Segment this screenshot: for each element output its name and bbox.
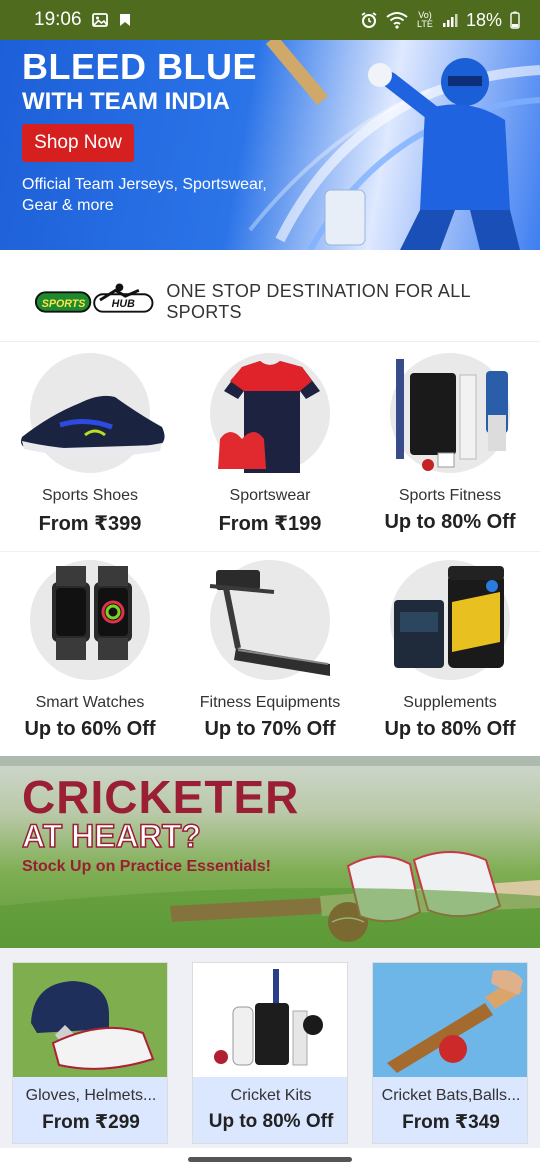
card-label: Cricket Bats,Balls... [381,1087,521,1104]
category-row: Smart Watches Up to 60% Off Fitness Equi… [0,552,540,759]
category-sports-fitness[interactable]: Sports Fitness Up to 80% Off [360,345,540,551]
smartwatch-image [52,566,132,660]
sports-hub-strip[interactable]: SPORTS HUB ONE STOP DESTINATION FOR ALL … [0,262,540,342]
hero-banner[interactable]: BLEED BLUE WITH TEAM INDIA Shop Now Offi… [0,40,540,250]
cricket-banner-tagline: Stock Up on Practice Essentials! [22,858,271,875]
card-footer: Cricket Kits Up to 80% Off [193,1077,347,1143]
category-offer: Up to 80% Off [384,718,516,740]
hero-description: Official Team Jerseys, Sportswear, Gear … [22,176,267,214]
category-name: Sportswear [229,487,311,504]
card-offer: Up to 80% Off [208,1111,334,1132]
gallery-icon [91,13,108,27]
hub-tagline: ONE STOP DESTINATION FOR ALL SPORTS [166,280,471,322]
cricket-banner[interactable]: CRICKETER AT HEART? Stock Up on Practice… [0,756,540,948]
category-name: Sports Fitness [398,487,502,504]
category-offer: Up to 80% Off [384,511,516,533]
hero-title: BLEED BLUE [22,46,258,87]
category-supplements[interactable]: Supplements Up to 80% Off [360,552,540,758]
alarm-icon [361,12,377,28]
hero-subtitle: WITH TEAM INDIA [22,88,230,115]
bat-ball-image [373,963,527,1077]
svg-text:HUB: HUB [112,297,135,309]
status-bar: 19:06 Vo) LTE 18% [0,0,540,40]
sports-hub-logo: SPORTS HUB [34,283,154,313]
cricket-gear-image [396,359,508,471]
category-offer: From ₹399 [38,513,142,535]
category-sportswear[interactable]: Sportswear From ₹199 [180,345,360,551]
category-offer: From ₹199 [218,513,322,535]
card-gloves-helmets[interactable]: Gloves, Helmets... From ₹299 [12,962,168,1144]
category-name: Supplements [403,694,497,711]
category-smart-watches[interactable]: Smart Watches Up to 60% Off [0,552,180,758]
cricket-banner-title: CRICKETER [22,771,300,823]
signal-icon [442,14,458,27]
battery-percent: 18% [465,9,502,30]
helmet-gloves-image [13,963,167,1077]
category-row: Sports Shoes From ₹399 Sportswear From ₹… [0,345,540,552]
wifi-icon [386,12,408,29]
cricketer-illustration [248,40,540,250]
treadmill-image [209,570,330,676]
card-bats-balls[interactable]: Cricket Bats,Balls... From ₹349 [372,962,528,1144]
category-offer: Up to 70% Off [204,718,336,740]
notification-icon [119,14,130,26]
card-label: Gloves, Helmets... [25,1087,157,1104]
category-name: Sports Shoes [41,487,139,504]
card-footer: Cricket Bats,Balls... From ₹349 [373,1077,527,1143]
category-offer: Up to 60% Off [24,718,156,740]
tshirt-image [218,361,320,473]
shop-now-button[interactable]: Shop Now [22,124,134,162]
supplement-tub-image [394,566,504,668]
category-name: Smart Watches [35,694,145,711]
gesture-handle[interactable] [188,1157,352,1162]
cricket-kit-image [193,963,347,1077]
navigation-area [0,1148,540,1170]
card-offer: From ₹299 [42,1112,140,1133]
battery-icon [510,11,520,29]
category-grid: Sports Shoes From ₹399 Sportswear From ₹… [0,345,540,759]
lte-indicator: Vo) LTE [417,10,433,29]
sneaker-image [21,395,165,457]
category-name: Fitness Equipments [199,694,341,711]
card-label: Cricket Kits [230,1087,312,1104]
card-cricket-kits[interactable]: Cricket Kits Up to 80% Off [192,962,348,1144]
category-sports-shoes[interactable]: Sports Shoes From ₹399 [0,345,180,551]
svg-text:SPORTS: SPORTS [42,297,87,309]
category-fitness-equipments[interactable]: Fitness Equipments Up to 70% Off [180,552,360,758]
clock: 19:06 [34,9,82,30]
cricket-banner-subtitle: AT HEART? [21,817,201,855]
card-footer: Gloves, Helmets... From ₹299 [13,1077,167,1143]
cricket-cards-row: Gloves, Helmets... From ₹299 Cricket Kit… [0,948,540,1148]
card-offer: From ₹349 [402,1112,500,1133]
